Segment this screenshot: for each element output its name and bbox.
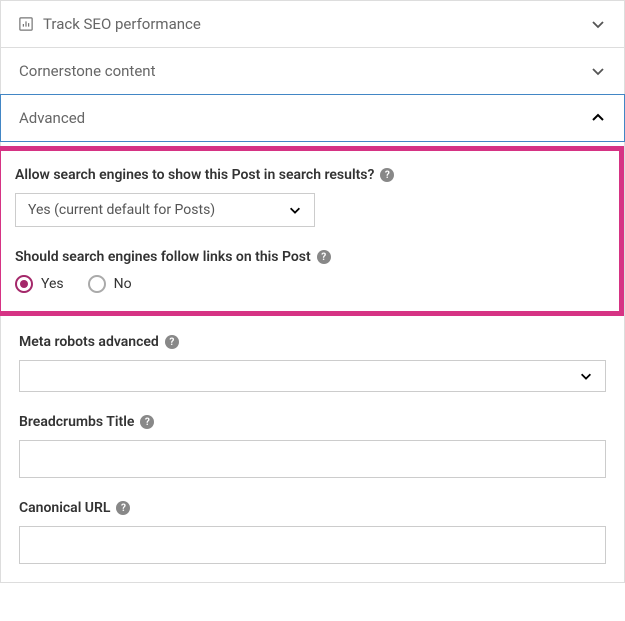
label-text: Allow search engines to show this Post i… [15,167,374,183]
field-label: Breadcrumbs Title ? [19,414,606,430]
label-text: Canonical URL [19,500,110,516]
radio-option-yes[interactable]: Yes [15,275,64,293]
label-text: Meta robots advanced [19,334,159,350]
help-icon[interactable]: ? [116,501,130,515]
chevron-up-icon [590,110,606,126]
section-title-seo: Track SEO performance [43,15,201,33]
canonical-input[interactable] [19,526,606,564]
follow-links-radio-group: Yes No [15,275,605,293]
help-icon[interactable]: ? [165,335,179,349]
section-header-left: Advanced [19,109,85,127]
radio-dot [20,280,28,288]
section-header-left: Track SEO performance [19,15,201,33]
field-label: Meta robots advanced ? [19,334,606,350]
section-title-cornerstone: Cornerstone content [19,62,155,80]
section-header-seo[interactable]: Track SEO performance [1,1,624,48]
chevron-down-icon [579,369,593,383]
label-text: Breadcrumbs Title [19,414,134,430]
field-label: Canonical URL ? [19,500,606,516]
field-canonical: Canonical URL ? [19,500,606,564]
label-text: Should search engines follow links on th… [15,249,311,265]
section-title-advanced: Advanced [19,109,85,127]
field-breadcrumbs: Breadcrumbs Title ? [19,414,606,478]
chevron-down-icon [590,63,606,79]
field-allow-search: Allow search engines to show this Post i… [15,167,605,227]
allow-search-select[interactable]: Yes (current default for Posts) [15,193,315,227]
chart-icon [19,17,33,31]
section-header-cornerstone[interactable]: Cornerstone content [1,48,624,95]
section-header-advanced[interactable]: Advanced [0,94,625,142]
radio-option-no[interactable]: No [88,275,132,293]
meta-robots-select[interactable] [19,360,606,392]
breadcrumbs-input[interactable] [19,440,606,478]
field-label: Should search engines follow links on th… [15,249,605,265]
field-label: Allow search engines to show this Post i… [15,167,605,183]
radio-label: No [114,276,132,292]
help-icon[interactable]: ? [380,168,394,182]
section-header-left: Cornerstone content [19,62,155,80]
settings-panel: Track SEO performance Cornerstone conten… [0,0,625,583]
help-icon[interactable]: ? [317,250,331,264]
chevron-down-icon [590,16,606,32]
radio-circle [15,275,33,293]
radio-label: Yes [41,276,64,292]
select-value: Yes (current default for Posts) [28,202,215,218]
highlight-box: Allow search engines to show this Post i… [0,146,624,316]
help-icon[interactable]: ? [140,415,154,429]
field-follow-links: Should search engines follow links on th… [15,249,605,293]
advanced-content: Allow search engines to show this Post i… [1,141,624,582]
radio-circle [88,275,106,293]
field-meta-robots: Meta robots advanced ? [19,334,606,392]
chevron-down-icon [288,203,302,217]
